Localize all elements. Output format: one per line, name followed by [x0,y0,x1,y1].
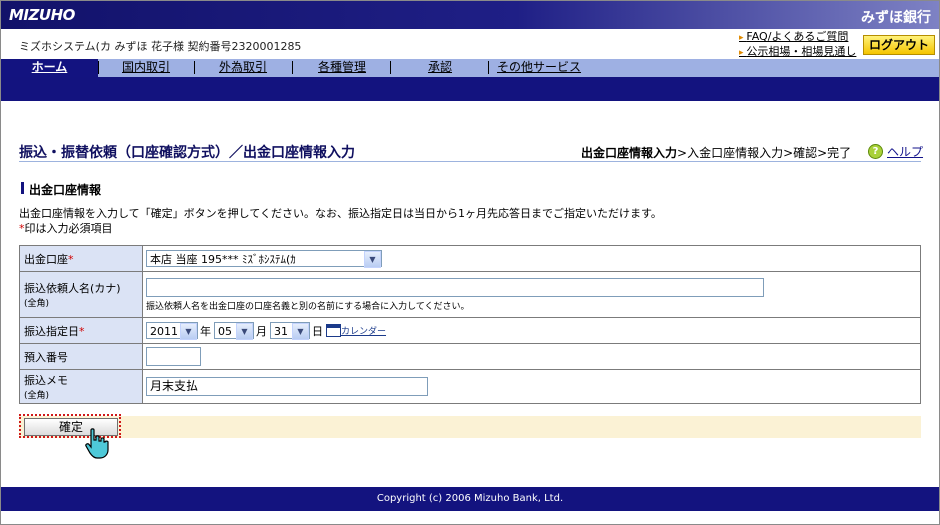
top-links: FAQ/よくあるご質問 公示相場・相場見通し [739,30,856,60]
row-memo: 振込メモ (全角) 月末支払 [19,369,921,404]
year-select[interactable]: 2011 ▼ [146,322,198,340]
step-indicator: 出金口座情報入力>入金口座情報入力>確認>完了 [581,144,851,161]
nav-separator [488,61,489,74]
bank-name: みずほ銀行 [861,10,931,26]
account-select[interactable]: 本店 当座 195*** ﾐｽﾞﾎｼｽﾃﾑ(ｶ ▼ [146,250,382,268]
nav-domestic[interactable]: 国内取引 [122,59,170,77]
year-unit: 年 [200,324,211,338]
nav-foreign[interactable]: 外為取引 [219,59,267,77]
requester-name-input[interactable] [146,277,764,297]
instruction-text: 出金口座情報を入力して「確定」ボタンを押してください。なお、振込指定日は当日から… [19,207,662,220]
month-select[interactable]: 05 ▼ [214,322,254,340]
logout-button[interactable]: ログアウト [863,35,935,55]
requester-label: 振込依頼人名(カナ) (全角) [19,271,143,318]
row-deposit-no: 預入番号 [19,343,921,370]
browser-frame: MIZUHO みずほ銀行 ミズホシステム(カ みずほ 花子様 契約番号23200… [0,0,940,525]
nav-separator [390,61,391,74]
remaining-steps: >入金口座情報入力>確認>完了 [677,146,852,160]
help-icon[interactable]: ? [868,144,883,159]
row-date: 振込指定日* 2011 ▼ 年 05 ▼ 月 31 ▼ 日 カレンダー [19,317,921,344]
confirm-row [19,416,921,438]
nav-other-services[interactable]: その他サービス [497,59,581,77]
hand-pointer-icon [85,428,109,459]
memo-input[interactable]: 月末支払 [146,377,428,396]
footer: Copyright (c) 2006 Mizuho Bank, Ltd. [1,487,939,511]
chevron-down-icon[interactable]: ▼ [364,251,381,268]
section-marker [21,182,24,194]
required-note: *印は入力必須項目 [19,222,113,235]
month-unit: 月 [256,324,267,338]
chevron-down-icon[interactable]: ▼ [292,323,309,340]
day-unit: 日 [312,324,323,338]
account-select-value: 本店 当座 195*** ﾐｽﾞﾎｼｽﾃﾑ(ｶ [150,253,296,266]
rates-link[interactable]: 公示相場・相場見通し [739,45,856,60]
nav-separator [98,61,99,74]
nav-subbar [1,77,939,101]
deposit-no-input[interactable] [146,347,201,366]
date-label: 振込指定日* [19,317,143,344]
nav-home[interactable]: ホーム [1,59,98,77]
nav-separator [292,61,293,74]
faq-link[interactable]: FAQ/よくあるご質問 [739,30,856,45]
chevron-down-icon[interactable]: ▼ [236,323,253,340]
mizuho-logo: MIZUHO [9,6,75,24]
user-info: ミズホシステム(カ みずほ 花子様 契約番号2320001285 [19,40,302,53]
chevron-down-icon[interactable]: ▼ [180,323,197,340]
nav-separator [194,61,195,74]
memo-label: 振込メモ (全角) [19,369,143,404]
title-divider [19,161,921,162]
section-title: 出金口座情報 [29,183,102,197]
deposit-no-label: 預入番号 [19,343,143,370]
row-requester: 振込依頼人名(カナ) (全角) 振込依頼人名を出金口座の口座名義と別の名前にする場… [19,271,921,318]
row-account: 出金口座* 本店 当座 195*** ﾐｽﾞﾎｼｽﾃﾑ(ｶ ▼ [19,245,921,272]
top-band: MIZUHO みずほ銀行 [1,1,939,29]
calendar-icon[interactable] [326,324,341,337]
calendar-link[interactable]: カレンダー [341,327,386,337]
main-nav: ホーム 国内取引 外為取引 各種管理 承認 その他サービス [1,59,939,77]
help-link[interactable]: ヘルプ [887,143,923,160]
account-label: 出金口座* [19,245,143,272]
nav-approval[interactable]: 承認 [428,59,452,77]
nav-management[interactable]: 各種管理 [318,59,366,77]
withdrawal-account-form: 出金口座* 本店 当座 195*** ﾐｽﾞﾎｼｽﾃﾑ(ｶ ▼ 振込依頼人名(カ… [19,245,921,404]
page-title: 振込・振替依頼（口座確認方式）／出金口座情報入力 [19,145,355,161]
day-select[interactable]: 31 ▼ [270,322,310,340]
user-bar: ミズホシステム(カ みずほ 花子様 契約番号2320001285 FAQ/よくあ… [1,29,939,59]
current-step: 出金口座情報入力 [581,146,678,160]
requester-note: 振込依頼人名を出金口座の口座名義と別の名前にする場合に入力してください。 [146,301,470,312]
section-description: 出金口座情報を入力して「確定」ボタンを押してください。なお、振込指定日は当日から… [19,206,662,236]
